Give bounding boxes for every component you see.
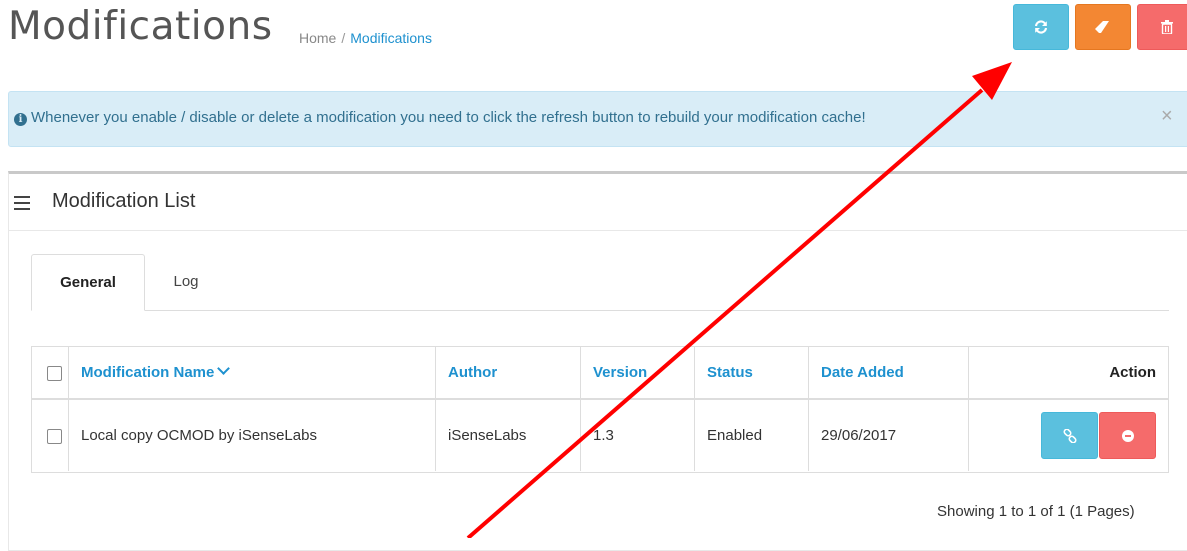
select-all-checkbox[interactable] [47,365,62,381]
info-circle-icon: i [14,113,27,126]
pagination-text: Showing 1 to 1 of 1 (1 Pages) [937,503,1135,520]
delete-button[interactable] [1137,4,1187,50]
modification-list-panel: Modification List General Log Modificati… [8,171,1187,551]
page-title: Modifications [8,4,273,49]
table-row: Local copy OCMOD by iSenseLabs iSenseLab… [32,399,1168,471]
breadcrumb-separator: / [341,30,346,46]
column-header-status[interactable]: Status [694,347,809,400]
cell-action [969,399,1169,471]
cell-status: Enabled [694,399,809,471]
refresh-button[interactable] [1013,4,1069,50]
trash-icon [1161,20,1173,34]
info-alert: i Whenever you enable / disable or delete… [8,91,1187,147]
link-button[interactable] [1041,412,1098,459]
breadcrumb-home[interactable]: Home [299,30,336,46]
modification-table: Modification Name Author Version Status … [31,346,1169,473]
clear-log-button[interactable] [1075,4,1131,50]
column-header-action: Action [968,347,1168,400]
select-all-cell [32,347,69,400]
column-header-name[interactable]: Modification Name [68,347,436,400]
minus-circle-icon [1121,429,1134,442]
list-icon [14,196,30,210]
cell-name: Local copy OCMOD by iSenseLabs [68,399,436,471]
link-icon [1062,428,1077,443]
cell-author: iSenseLabs [435,399,581,471]
column-header-author[interactable]: Author [435,347,581,400]
tab-log[interactable]: Log [161,254,211,311]
breadcrumb-modifications[interactable]: Modifications [350,30,432,46]
breadcrumb: Home / Modifications [299,30,432,46]
cell-date-added: 29/06/2017 [808,399,969,471]
column-header-version[interactable]: Version [580,347,695,400]
alert-close-icon[interactable]: × [1161,105,1173,128]
panel-heading: Modification List [9,174,1187,231]
chevron-down-icon [217,362,231,375]
row-select-cell [32,399,69,471]
disable-button[interactable] [1099,412,1156,459]
refresh-icon [1034,20,1048,34]
eraser-icon [1095,21,1109,33]
tabs: General Log [31,254,1169,311]
panel-title: Modification List [52,190,196,212]
cell-version: 1.3 [580,399,695,471]
tab-general[interactable]: General [31,254,145,311]
row-checkbox[interactable] [47,428,62,444]
column-header-date-added[interactable]: Date Added [808,347,969,400]
alert-message: Whenever you enable / disable or delete … [31,109,866,126]
